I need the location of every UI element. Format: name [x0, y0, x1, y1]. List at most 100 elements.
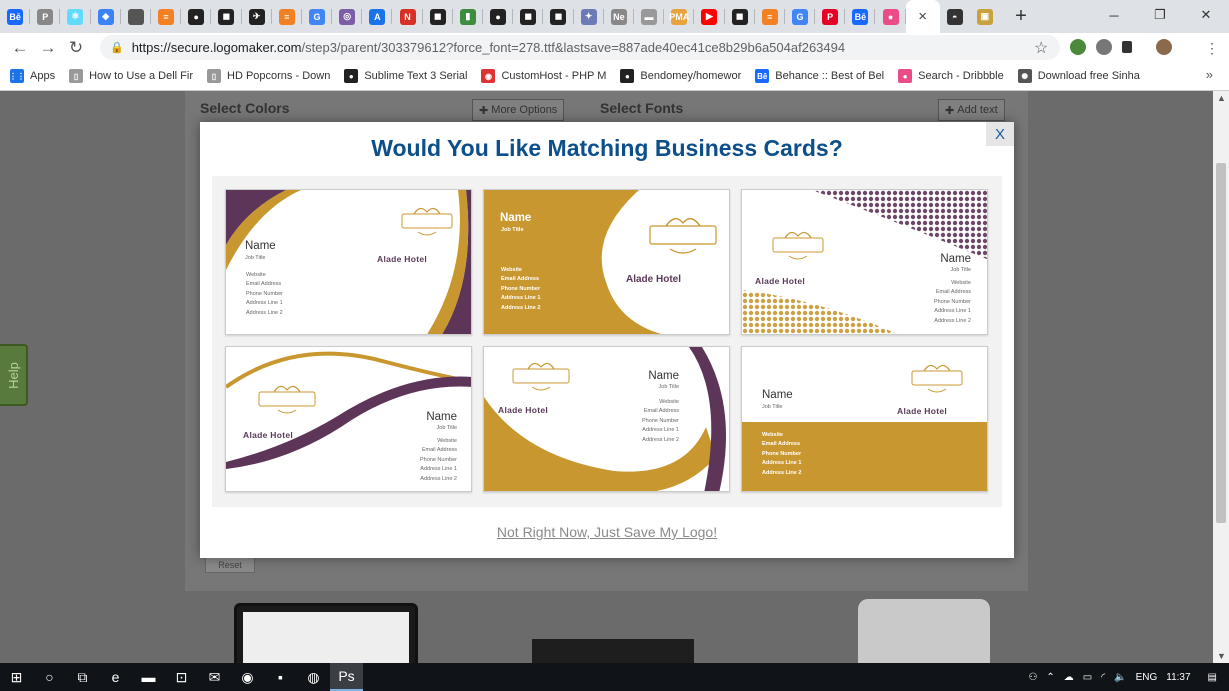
browser-tab[interactable]: ✈: [242, 0, 272, 33]
browser-tab[interactable]: ◼: [423, 0, 453, 33]
business-card-option-4[interactable]: Alade Hotel Name Job Title Website Email…: [225, 346, 472, 492]
browser-tab[interactable]: P: [30, 0, 61, 33]
bookmark-item[interactable]: ● Sublime Text 3 Serial: [344, 69, 467, 83]
task-view-icon[interactable]: ⧉: [66, 663, 99, 691]
browser-tab[interactable]: Ne: [604, 0, 634, 33]
browser-tab[interactable]: ●: [181, 0, 212, 33]
file-explorer-icon[interactable]: ▬: [132, 663, 165, 691]
scroll-up-icon[interactable]: ▲: [1217, 93, 1226, 103]
onedrive-icon[interactable]: ☁: [1064, 672, 1074, 683]
bookmark-item[interactable]: ● Bendomey/homewor: [620, 69, 741, 83]
business-card-option-3[interactable]: Alade Hotel Name Job Title Website Email…: [741, 189, 988, 335]
browser-tab[interactable]: ◎: [332, 0, 363, 33]
browser-tab[interactable]: ◼: [513, 0, 544, 33]
github-icon: ●: [344, 69, 359, 83]
business-card-option-1[interactable]: Name Job Title Website Email Address Pho…: [225, 189, 472, 335]
card-address-1: Address Line 1: [762, 460, 802, 467]
back-button[interactable]: ←: [6, 34, 34, 62]
wifi-icon[interactable]: ◜: [1101, 672, 1105, 683]
bookmark-item[interactable]: ✺ Download free Sinha: [1017, 69, 1140, 83]
chevron-up-icon[interactable]: ⌃: [1046, 672, 1054, 683]
browser-tab[interactable]: ▣: [970, 0, 1000, 33]
whatsapp-icon[interactable]: ◉: [231, 663, 264, 691]
notifications-icon[interactable]: ▤: [1208, 672, 1217, 683]
browser-tab[interactable]: ◼: [543, 0, 574, 33]
photoshop-icon[interactable]: Ps: [330, 663, 363, 691]
reload-button[interactable]: ↻: [62, 34, 90, 62]
cortana-icon[interactable]: ○: [33, 663, 66, 691]
close-tab-icon[interactable]: ×: [918, 8, 927, 25]
stackoverflow-icon: ≡: [761, 8, 778, 25]
bookmark-item[interactable]: Bē Behance :: Best of Bel: [755, 69, 884, 83]
browser-tab[interactable]: ◼: [725, 0, 755, 33]
business-card-option-2[interactable]: Name Job Title Website Email Address Pho…: [483, 189, 730, 335]
close-window-button[interactable]: ✕: [1183, 0, 1229, 30]
app-icon: ◼: [731, 8, 748, 25]
browser-tab[interactable]: ⚛: [60, 0, 91, 33]
browser-tab[interactable]: [121, 0, 151, 33]
profile-avatar[interactable]: [1156, 39, 1172, 55]
extension-circle-icon[interactable]: [1096, 39, 1112, 55]
page-scrollbar[interactable]: ▲ ▼: [1213, 91, 1229, 663]
browser-tab[interactable]: ▬: [634, 0, 665, 33]
browser-tab[interactable]: Bē: [0, 0, 31, 33]
browser-tab[interactable]: ▮: [453, 0, 483, 33]
mail-icon[interactable]: ✉: [198, 663, 231, 691]
crown-ornament-icon: [649, 218, 717, 254]
battery-icon[interactable]: ▭: [1083, 672, 1092, 683]
browser-tab[interactable]: ◼: [211, 0, 242, 33]
more-options-button[interactable]: ✚ More Options: [472, 99, 565, 121]
browser-tab[interactable]: ◓: [940, 0, 970, 33]
language-indicator[interactable]: ENG: [1136, 672, 1158, 683]
bookmark-star-icon[interactable]: ☆: [1034, 38, 1048, 58]
volume-icon[interactable]: 🔈: [1114, 672, 1126, 683]
new-tab-button[interactable]: +: [1006, 0, 1036, 33]
browser-tab[interactable]: P: [815, 0, 846, 33]
sticky-notes-icon[interactable]: ▪: [264, 663, 297, 691]
address-bar[interactable]: 🔒 https://secure.logomaker.com/step3/par…: [100, 35, 1060, 60]
edge-icon[interactable]: e: [99, 663, 132, 691]
kebab-menu-icon[interactable]: ⋮: [1205, 40, 1219, 57]
browser-tab[interactable]: PMA: [664, 0, 695, 33]
scrollbar-thumb[interactable]: [1216, 163, 1226, 523]
browser-tab[interactable]: ✦: [574, 0, 604, 33]
browser-tab[interactable]: G: [302, 0, 333, 33]
browser-tab[interactable]: A: [362, 0, 393, 33]
active-tab[interactable]: ×: [905, 0, 940, 33]
bookmark-item[interactable]: ▯ How to Use a Dell Fir: [69, 69, 193, 83]
extension-globe-icon[interactable]: [1070, 39, 1086, 55]
browser-tab[interactable]: ≡: [151, 0, 182, 33]
browser-tab[interactable]: ▶: [694, 0, 725, 33]
business-card-option-5[interactable]: Alade Hotel Name Job Title Website Email…: [483, 346, 730, 492]
browser-tab[interactable]: ●: [483, 0, 514, 33]
download-icon[interactable]: [1122, 41, 1132, 53]
bookmark-item[interactable]: ⋮⋮ Apps: [9, 69, 55, 83]
scroll-down-icon[interactable]: ▼: [1217, 651, 1226, 661]
browser-tab[interactable]: ●: [875, 0, 906, 33]
browser-tab[interactable]: G: [785, 0, 816, 33]
bookmarks-overflow-icon[interactable]: »: [1206, 67, 1213, 82]
github-icon: ●: [490, 8, 507, 25]
card-hotel-name: Alade Hotel: [897, 406, 948, 416]
bookmark-item[interactable]: ▯ HD Popcorns - Down: [207, 69, 330, 83]
restore-button[interactable]: ❐: [1137, 0, 1183, 30]
business-card-option-6[interactable]: Name Job Title Alade Hotel Website Email…: [741, 346, 988, 492]
browser-tab[interactable]: Bē: [845, 0, 876, 33]
people-icon[interactable]: ⚇: [1028, 672, 1037, 683]
browser-tab[interactable]: ≡: [272, 0, 302, 33]
windows-start-icon[interactable]: ⊞: [0, 663, 33, 691]
add-text-button[interactable]: ✚ Add text: [938, 99, 1005, 121]
reset-button[interactable]: Reset: [205, 556, 255, 573]
help-tab[interactable]: Help: [0, 344, 28, 406]
forward-button[interactable]: →: [34, 34, 62, 62]
bookmark-item[interactable]: ◉ CustomHost - PHP M: [481, 69, 606, 83]
bookmark-item[interactable]: ● Search - Dribbble: [898, 69, 1004, 83]
store-icon[interactable]: ⊡: [165, 663, 198, 691]
browser-tab[interactable]: N: [392, 0, 423, 33]
browser-tab[interactable]: ◆: [91, 0, 121, 33]
minimize-button[interactable]: ─: [1091, 0, 1137, 30]
skip-save-logo-link[interactable]: Not Right Now, Just Save My Logo!: [200, 524, 1014, 540]
chrome-icon[interactable]: ◍: [297, 663, 330, 691]
browser-tab[interactable]: ≡: [755, 0, 785, 33]
clock[interactable]: 11:37: [1166, 672, 1190, 683]
